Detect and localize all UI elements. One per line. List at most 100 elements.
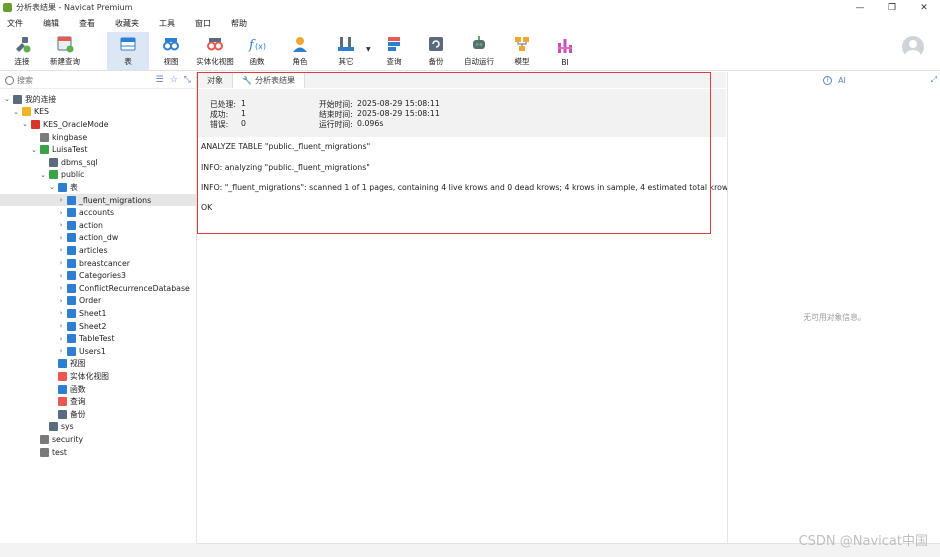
tree-expand-icon[interactable]: ›: [57, 221, 65, 229]
tree-item[interactable]: › TableTest: [0, 332, 197, 345]
tree-expand-icon[interactable]: ›: [57, 309, 65, 317]
menu-tools[interactable]: 工具: [152, 18, 182, 29]
backups-folder-icon: [58, 409, 67, 419]
table-icon: [67, 334, 76, 344]
table-icon: [67, 245, 76, 255]
tree-expand-icon[interactable]: ›: [57, 246, 65, 254]
tree-item[interactable]: sys: [0, 421, 197, 434]
tree-item[interactable]: › Sheet2: [0, 320, 197, 333]
tree-expand-icon[interactable]: ›: [57, 259, 65, 267]
tree-item[interactable]: ⌄ KES_OracleMode: [0, 118, 197, 131]
tree-item[interactable]: › Sheet1: [0, 307, 197, 320]
table-icon: [67, 283, 76, 293]
tree-item-label: test: [52, 447, 67, 457]
table-button[interactable]: 表: [107, 32, 149, 70]
tree-item[interactable]: › ConflictRecurrenceDatabase: [0, 282, 197, 295]
tree-expand-icon[interactable]: ⌄: [39, 171, 47, 179]
model-button[interactable]: 模型: [506, 32, 538, 70]
tree-item[interactable]: ⌄ 表: [0, 181, 197, 194]
tree-expand-icon[interactable]: ⌄: [48, 183, 56, 191]
tree-item[interactable]: security: [0, 433, 197, 446]
navigation-scrollbar[interactable]: [0, 543, 197, 557]
tree-expand-icon[interactable]: ⌄: [3, 95, 11, 103]
tree-expand-icon[interactable]: ›: [57, 284, 65, 292]
tree-expand-icon[interactable]: ⌄: [30, 146, 38, 154]
output-line: OK: [201, 203, 213, 212]
filter-icon[interactable]: ☰: [156, 75, 164, 85]
navigation-tools: ☰ ☆ ⤡: [156, 75, 191, 85]
tree-expand-icon[interactable]: ⌄: [21, 120, 29, 128]
tree-expand-icon[interactable]: ›: [57, 234, 65, 242]
materialized-view-button[interactable]: 实体化视图: [194, 32, 236, 70]
user-avatar[interactable]: [902, 36, 924, 58]
tree-item[interactable]: › accounts: [0, 206, 197, 219]
backup-button[interactable]: 备份: [420, 32, 452, 70]
function-button[interactable]: f (x) 函数: [240, 32, 274, 70]
bi-button[interactable]: BI: [550, 32, 580, 70]
menu-view[interactable]: 查看: [72, 18, 102, 29]
tree-item[interactable]: 视图: [0, 358, 197, 371]
maximize-button[interactable]: ❐: [876, 0, 908, 15]
tree-item[interactable]: 实体化视图: [0, 370, 197, 383]
tab-analyze-result[interactable]: 🔧 分析表结果: [232, 72, 305, 88]
menu-file[interactable]: 文件: [0, 18, 30, 29]
menu-help[interactable]: 帮助: [224, 18, 254, 29]
tree-expand-icon[interactable]: ›: [57, 272, 65, 280]
collapse-icon[interactable]: ⤡: [184, 75, 191, 85]
role-button[interactable]: 角色: [284, 32, 316, 70]
tree-expand-icon[interactable]: ›: [57, 335, 65, 343]
tree-item[interactable]: test: [0, 446, 197, 459]
tree-item[interactable]: ⌄ LuisaTest: [0, 143, 197, 156]
tree-item-label: 表: [70, 182, 78, 192]
tree-item-label: sys: [61, 422, 74, 432]
menu-edit[interactable]: 编辑: [36, 18, 66, 29]
other-dropdown-caret-icon[interactable]: ▼: [366, 46, 371, 53]
tree-expand-icon[interactable]: ⌄: [12, 108, 20, 116]
table-icon: [67, 321, 76, 331]
tree-item[interactable]: › articles: [0, 244, 197, 257]
tree-item[interactable]: › breastcancer: [0, 257, 197, 270]
connection-button[interactable]: 连接: [4, 32, 40, 70]
tree-item[interactable]: 备份: [0, 408, 197, 421]
info-icon[interactable]: i: [823, 75, 833, 85]
other-button[interactable]: 其它: [330, 32, 362, 70]
navigation-pane: ☰ ☆ ⤡ ⌄ 我的连接 ⌄ KES ⌄ KES_OracleMode kingbase ⌄ L…: [0, 72, 197, 557]
tab-objects[interactable]: 对象: [198, 72, 232, 88]
minimize-button[interactable]: —: [844, 0, 876, 15]
tree-item[interactable]: › action: [0, 219, 197, 232]
menu-favorites[interactable]: 收藏夹: [108, 18, 146, 29]
tree-item[interactable]: › Users1: [0, 345, 197, 358]
tree-item[interactable]: ⌄ 我的连接: [0, 93, 197, 106]
tree-item-label: Users1: [79, 346, 106, 356]
query-button[interactable]: 查询: [378, 32, 410, 70]
table-icon: [67, 271, 76, 281]
ai-button[interactable]: AI: [838, 76, 846, 85]
materialized-view-icon: [207, 38, 223, 51]
tree-expand-icon[interactable]: ›: [57, 196, 65, 204]
tree-item[interactable]: › _fluent_migrations: [0, 193, 197, 207]
matviews-folder-icon: [58, 371, 67, 381]
tree-expand-icon[interactable]: ›: [57, 297, 65, 305]
close-button[interactable]: ✕: [908, 0, 940, 15]
tree-item[interactable]: ⌄ KES: [0, 106, 197, 119]
tree-item[interactable]: 查询: [0, 395, 197, 408]
menu-window[interactable]: 窗口: [188, 18, 218, 29]
tree-item[interactable]: › Order: [0, 295, 197, 308]
role-icon: [293, 37, 307, 52]
new-query-button[interactable]: 新建查询: [44, 32, 86, 70]
favorite-star-icon[interactable]: ☆: [170, 75, 178, 85]
end-time-value: 2025-08-29 15:08:11: [357, 109, 440, 118]
navigation-search-input[interactable]: [17, 75, 137, 85]
tree-item[interactable]: › action_dw: [0, 232, 197, 245]
tree-item[interactable]: › Categories3: [0, 269, 197, 282]
tree-item[interactable]: ⌄ public: [0, 169, 197, 182]
tree-expand-icon[interactable]: ›: [57, 209, 65, 217]
expand-icon[interactable]: ⤢: [931, 75, 937, 85]
tree-expand-icon[interactable]: ›: [57, 347, 65, 355]
automation-button[interactable]: 自动运行: [460, 32, 498, 70]
view-button[interactable]: 视图: [152, 32, 190, 70]
tree-item[interactable]: 函数: [0, 383, 197, 396]
tree-item[interactable]: dbms_sql: [0, 156, 197, 169]
tree-item[interactable]: kingbase: [0, 131, 197, 144]
tree-expand-icon[interactable]: ›: [57, 322, 65, 330]
